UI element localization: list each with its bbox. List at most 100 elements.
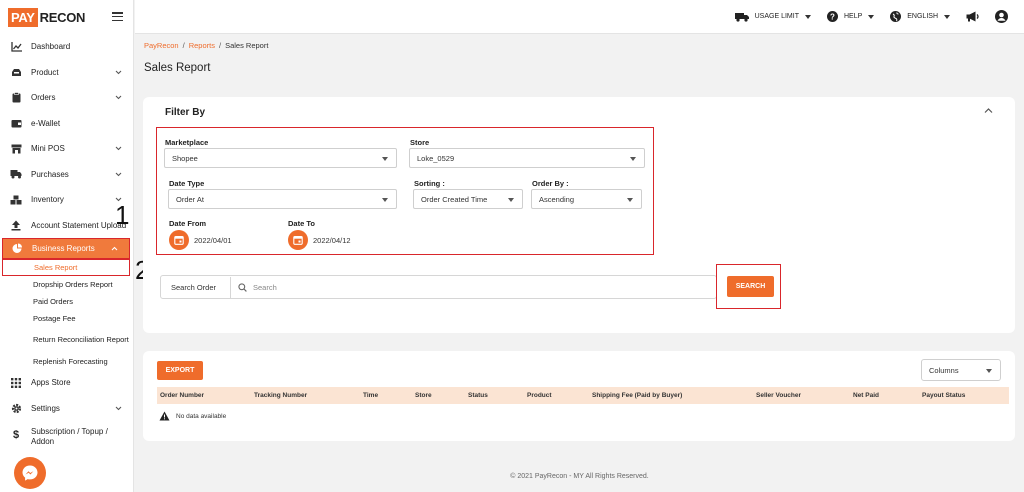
date-type-value: Order At (176, 194, 204, 204)
hamburger-menu-icon[interactable] (112, 12, 123, 21)
calendar-icon (293, 235, 303, 245)
column-header[interactable]: Seller Voucher (756, 392, 801, 399)
announcement-button[interactable] (966, 11, 979, 22)
column-header[interactable]: Store (415, 392, 432, 399)
column-header[interactable]: Tracking Number (254, 392, 307, 399)
sidebar-item-inventory[interactable]: Inventory (0, 187, 133, 213)
sidebar-item-ewallet[interactable]: e-Wallet (0, 111, 133, 137)
sidebar-item-dashboard[interactable]: Dashboard (0, 34, 133, 60)
help-menu[interactable]: ? HELP (826, 11, 875, 22)
messenger-chat-button[interactable] (14, 457, 46, 489)
columns-select[interactable]: Columns (921, 359, 1001, 381)
date-to-picker-button[interactable] (288, 230, 308, 250)
order-by-label: Order By : (532, 179, 569, 188)
caret-down-icon (382, 157, 388, 161)
dollar-icon: $ (12, 429, 20, 441)
boxes-icon (10, 194, 22, 206)
gear-icon (10, 402, 22, 414)
breadcrumb-current: Sales Report (225, 41, 269, 50)
sidebar-item-orders[interactable]: Orders (0, 85, 133, 111)
search-button[interactable]: SEARCH (727, 276, 774, 297)
caret-down-icon (868, 14, 875, 19)
sidebar-item-label: Dashboard (31, 42, 71, 52)
chevron-down-icon (115, 95, 122, 100)
pie-chart-icon (11, 243, 23, 255)
sidebar-subitem-replenish-forecasting[interactable]: Replenish Forecasting (0, 353, 133, 370)
sorting-select[interactable]: Order Created Time (413, 189, 523, 209)
sidebar-item-purchases[interactable]: Purchases (0, 162, 133, 188)
marketplace-value: Shopee (172, 153, 198, 163)
sidebar-subitem-dropship-orders-report[interactable]: Dropship Orders Report (0, 276, 133, 293)
date-type-select[interactable]: Order At (168, 189, 397, 209)
column-header[interactable]: Time (363, 392, 378, 399)
columns-label: Columns (929, 365, 959, 375)
date-from-picker-button[interactable] (169, 230, 189, 250)
column-header[interactable]: Product (527, 392, 552, 399)
chevron-up-icon[interactable] (984, 107, 993, 114)
sidebar-nav-bottom: Apps Store Settings $ Subscription / Top… (0, 370, 133, 455)
sidebar-subitem-paid-orders[interactable]: Paid Orders (0, 293, 133, 310)
sidebar-item-label: Apps Store (31, 378, 71, 388)
logo-pay: PAY (8, 7, 38, 27)
marketplace-select[interactable]: Shopee (164, 148, 397, 168)
date-from-value[interactable]: 2022/04/01 (194, 236, 232, 245)
sidebar-subitem-return-reconciliation-report[interactable]: Return Reconciliation Report (0, 327, 133, 353)
column-header[interactable]: Order Number (160, 392, 204, 399)
sidebar-item-subscription[interactable]: $ Subscription / Topup / Addon (0, 421, 133, 455)
date-to-label: Date To (288, 219, 315, 228)
column-header[interactable]: Payout Status (922, 392, 965, 399)
page-title: Sales Report (144, 62, 211, 74)
megaphone-icon (966, 11, 979, 22)
language-menu[interactable]: ENGLISH (890, 11, 950, 22)
order-by-select[interactable]: Ascending (531, 189, 642, 209)
sidebar-item-label: Orders (31, 93, 56, 103)
column-header[interactable]: Status (468, 392, 488, 399)
business-reports-submenu: Sales Report Dropship Orders Report Paid… (0, 259, 133, 370)
sidebar-item-label: Inventory (31, 195, 64, 205)
sidebar-item-account-statement-upload[interactable]: Account Statement Upload (0, 213, 133, 239)
export-button[interactable]: EXPORT (157, 361, 203, 380)
sidebar-item-product[interactable]: Product (0, 60, 133, 86)
user-profile-button[interactable] (995, 10, 1008, 23)
language-label: ENGLISH (907, 13, 938, 20)
usage-limit-menu[interactable]: USAGE LIMIT (734, 12, 811, 22)
order-by-value: Ascending (539, 194, 575, 204)
truck-icon (734, 12, 749, 22)
chart-icon (10, 41, 22, 53)
sidebar-item-business-reports[interactable]: Business Reports (2, 238, 130, 259)
breadcrumb-reports-link[interactable]: Reports (189, 41, 215, 50)
filter-title: Filter By (165, 107, 206, 118)
store-icon (10, 143, 22, 155)
sidebar-item-label: Purchases (31, 169, 69, 179)
sidebar-item-label: e-Wallet (31, 118, 61, 128)
search-input[interactable] (230, 277, 717, 298)
sidebar-item-label: Product (31, 67, 59, 77)
sidebar-item-mini-pos[interactable]: Mini POS (0, 136, 133, 162)
date-to-value[interactable]: 2022/04/12 (313, 236, 351, 245)
sidebar-nav: Dashboard Product Orders e-Wallet Mini P… (0, 34, 133, 259)
upload-icon (10, 219, 22, 231)
usage-limit-label: USAGE LIMIT (754, 13, 799, 20)
column-header[interactable]: Net Paid (853, 392, 879, 399)
breadcrumb: PayRecon / Reports / Sales Report (144, 41, 269, 50)
chevron-down-icon (115, 146, 122, 151)
breadcrumb-home-link[interactable]: PayRecon (144, 41, 179, 50)
date-from-label: Date From (169, 219, 207, 228)
inbox-icon (10, 66, 22, 78)
sidebar-item-label: Settings (31, 403, 60, 413)
search-order-label: Search Order (171, 283, 217, 292)
logo-recon: RECON (39, 9, 86, 25)
warning-icon (159, 411, 170, 421)
sidebar-subitem-sales-report[interactable]: Sales Report (2, 259, 130, 276)
store-label: Store (410, 138, 430, 147)
sorting-value: Order Created Time (421, 194, 488, 204)
store-select[interactable]: Loke_0529 (409, 148, 645, 168)
sidebar-item-apps-store[interactable]: Apps Store (0, 370, 133, 396)
column-header[interactable]: Shipping Fee (Paid by Buyer) (592, 392, 682, 399)
logo[interactable]: PAY RECON (0, 0, 133, 34)
sidebar-item-settings[interactable]: Settings (0, 396, 133, 422)
caret-down-icon (986, 369, 992, 373)
top-bar: USAGE LIMIT ? HELP ENGLISH (135, 0, 1024, 34)
sidebar-subitem-postage-fee[interactable]: Postage Fee (0, 310, 133, 327)
table-header-row: Order Number Tracking Number Time Store … (157, 387, 1009, 404)
